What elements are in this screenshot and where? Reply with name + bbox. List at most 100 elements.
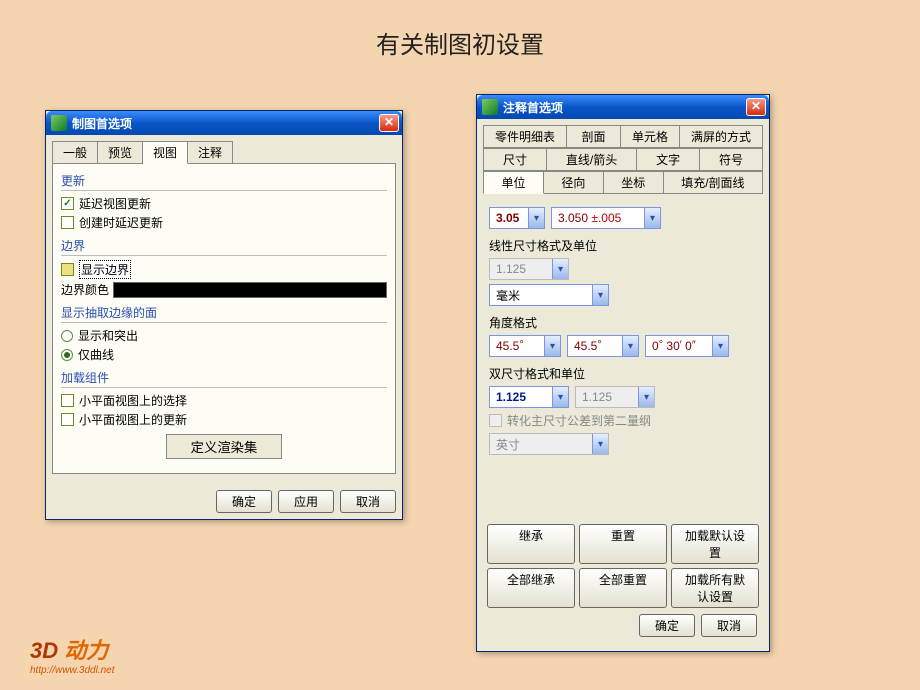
tab-coord[interactable]: 坐标 [604,171,664,194]
section-label: 双尺寸格式和单位 [489,365,757,382]
tab-text[interactable]: 文字 [637,148,700,171]
color-swatch[interactable] [113,282,387,298]
reset-button[interactable]: 重置 [579,524,667,564]
checkbox-icon[interactable] [61,413,74,426]
checkbox-row[interactable]: 延迟视图更新 [61,195,387,212]
angle-combo-3[interactable]: 0° 30′ 0″ [645,335,729,357]
angle-combo-1[interactable]: 45.5° [489,335,561,357]
combo-value: 毫米 [490,287,592,304]
tab-cell[interactable]: 单元格 [621,125,680,148]
chevron-down-icon[interactable] [712,336,728,356]
checkbox-row[interactable]: 小平面视图上的更新 [61,411,387,428]
section-label: 线性尺寸格式及单位 [489,237,757,254]
radio-label: 仅曲线 [78,346,114,363]
close-icon[interactable]: ✕ [379,114,399,132]
combo-value: 45.5° [490,339,544,353]
radio-icon[interactable] [61,330,73,342]
checkbox-row[interactable]: 显示边界 [61,260,387,279]
app-icon [482,99,498,115]
reset-all-button[interactable]: 全部重置 [579,568,667,608]
combo-value: 45.5° [568,339,622,353]
checkbox-label: 转化主尺寸公差到第二量纲 [507,412,651,429]
radio-row[interactable]: 仅曲线 [61,346,387,363]
color-label: 边界颜色 [61,281,109,298]
radio-row[interactable]: 显示和突出 [61,327,387,344]
tab-dim[interactable]: 尺寸 [483,148,547,171]
tab-bom[interactable]: 零件明细表 [483,125,567,148]
page-title: 有关制图初设置 [0,25,920,60]
brand-text: 3D 动力 [30,638,108,663]
chevron-down-icon[interactable] [544,336,560,356]
annotation-prefs-dialog: 注释首选项 ✕ 零件明细表 剖面 单元格 满屏的方式 尺寸 直线/箭头 文字 符… [476,94,770,652]
group-title: 显示抽取边缘的面 [61,304,387,323]
dialog-buttons: 确定 取消 [483,608,763,643]
define-render-button[interactable]: 定义渲染集 [166,434,283,459]
chevron-down-icon[interactable] [552,387,568,407]
titlebar[interactable]: 制图首选项 ✕ [46,111,402,135]
chevron-down-icon[interactable] [592,285,608,305]
drawing-prefs-dialog: 制图首选项 ✕ 一般 预览 视图 注释 更新 延迟视图更新 创建时延迟更新 [45,110,403,520]
cancel-button[interactable]: 取消 [701,614,757,637]
dialog-title: 注释首选项 [503,99,746,116]
checkbox-row[interactable]: 小平面视图上的选择 [61,392,387,409]
chevron-down-icon[interactable] [528,208,544,228]
apply-button[interactable]: 应用 [278,490,334,513]
close-icon[interactable]: ✕ [746,98,766,116]
radio-icon[interactable] [61,349,73,361]
dual-combo-1[interactable]: 1.125 [489,386,569,408]
tab-symbol[interactable]: 符号 [700,148,763,171]
combo-value: 1.125 [490,390,552,404]
combo-value: 3.050 ±.005 [552,211,644,225]
checkbox-icon[interactable] [61,216,74,229]
tabs: 零件明细表 剖面 单元格 满屏的方式 尺寸 直线/箭头 文字 符号 单位 径向 … [483,125,763,194]
brand-url: http://www.3ddl.net [30,665,115,676]
tab-fill[interactable]: 填充/剖面线 [664,171,763,194]
combo-value: 1.125 [576,390,638,404]
ok-button[interactable]: 确定 [639,614,695,637]
group-edges: 显示抽取边缘的面 显示和突出 仅曲线 [61,304,387,363]
inherit-button[interactable]: 继承 [487,524,575,564]
load-default-button[interactable]: 加载默认设置 [671,524,759,564]
app-icon [51,115,67,131]
tab-view[interactable]: 视图 [143,141,188,164]
chevron-down-icon[interactable] [644,208,660,228]
ok-button[interactable]: 确定 [216,490,272,513]
section-label: 角度格式 [489,314,757,331]
combo-value: 1.125 [490,262,552,276]
checkbox-icon[interactable] [61,263,74,276]
combo-value: 英寸 [490,436,592,453]
unit-combo[interactable]: 毫米 [489,284,609,306]
combo-value: 0° 30′ 0″ [646,339,712,353]
dialog-buttons: 确定 应用 取消 [46,482,402,519]
group-update: 更新 延迟视图更新 创建时延迟更新 [61,172,387,231]
checkbox-icon[interactable] [61,394,74,407]
tab-units[interactable]: 单位 [483,171,544,194]
color-row: 边界颜色 [61,281,387,298]
group-border: 边界 显示边界 边界颜色 [61,237,387,298]
checkbox-icon[interactable] [61,197,74,210]
tabpanel-units: 3.05 3.050 ±.005 线性尺寸格式及单位 1.125 毫米 [483,197,763,469]
group-components: 加载组件 小平面视图上的选择 小平面视图上的更新 [61,369,387,428]
tab-radial[interactable]: 径向 [544,171,604,194]
tab-fit[interactable]: 满屏的方式 [680,125,763,148]
tab-section[interactable]: 剖面 [567,125,621,148]
load-all-default-button[interactable]: 加载所有默认设置 [671,568,759,608]
linear-format-combo: 1.125 [489,258,569,280]
chevron-down-icon[interactable] [622,336,638,356]
checkbox-label: 显示边界 [79,260,131,279]
tab-preview[interactable]: 预览 [98,141,143,164]
checkbox-row[interactable]: 创建时延迟更新 [61,214,387,231]
angle-combo-2[interactable]: 45.5° [567,335,639,357]
chevron-down-icon [552,259,568,279]
value-combo[interactable]: 3.05 [489,207,545,229]
tab-general[interactable]: 一般 [52,141,98,164]
tolerance-combo[interactable]: 3.050 ±.005 [551,207,661,229]
checkbox-label: 创建时延迟更新 [79,214,163,231]
chevron-down-icon [592,434,608,454]
titlebar[interactable]: 注释首选项 ✕ [477,95,769,119]
tab-annotation[interactable]: 注释 [188,141,233,164]
cancel-button[interactable]: 取消 [340,490,396,513]
tab-line-arrow[interactable]: 直线/箭头 [547,148,637,171]
inherit-all-button[interactable]: 全部继承 [487,568,575,608]
combo-value: 3.05 [490,211,528,225]
